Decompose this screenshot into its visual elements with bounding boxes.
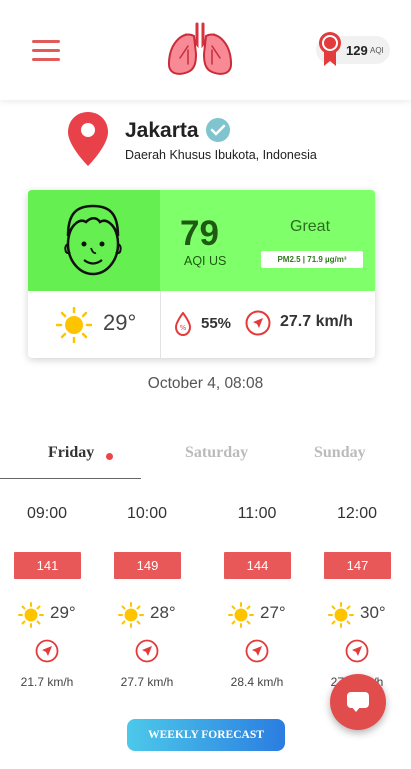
current-temperature: 29° bbox=[103, 310, 137, 335]
wind-direction-icon bbox=[245, 639, 269, 663]
aqi-status: Great bbox=[290, 218, 331, 235]
sun-icon bbox=[118, 602, 144, 628]
hour-wind-speed: 21.7 km/h bbox=[20, 675, 74, 689]
wind-direction-icon bbox=[135, 639, 159, 663]
hour-aqi-badge: 141 bbox=[14, 552, 81, 579]
hour-aqi-badge: 147 bbox=[324, 552, 391, 579]
sun-icon bbox=[328, 602, 354, 628]
location-pin-icon bbox=[68, 112, 108, 166]
svg-text:%: % bbox=[180, 324, 187, 332]
hour-time: 11:00 bbox=[237, 505, 277, 522]
wind-speed-value: 27.7 km/h bbox=[280, 313, 353, 330]
weekly-forecast-button[interactable]: WEEKLY FORECAST bbox=[127, 719, 285, 751]
award-badge-icon bbox=[319, 32, 341, 66]
top-bar: 129 AQI bbox=[0, 0, 411, 100]
chat-bubble-tail bbox=[351, 706, 361, 712]
hour-wind-speed: 27.7 km/h bbox=[120, 675, 174, 689]
hour-time: 12:00 bbox=[336, 505, 378, 522]
tab-saturday[interactable]: Saturday bbox=[185, 444, 248, 462]
hour-aqi-badge: 144 bbox=[224, 552, 291, 579]
header-aqi-value: 129 bbox=[346, 43, 368, 58]
hour-temperature: 28° bbox=[150, 603, 176, 622]
aqi-label: AQI US bbox=[184, 254, 227, 268]
card-divider bbox=[160, 291, 161, 358]
face-panel bbox=[28, 190, 160, 291]
hamburger-menu-icon[interactable] bbox=[32, 40, 60, 62]
hour-temperature: 29° bbox=[50, 603, 76, 622]
happy-face-icon bbox=[64, 204, 122, 276]
sun-icon bbox=[18, 602, 44, 628]
region-name: Daerah Khusus Ibukota, Indonesia bbox=[125, 148, 317, 162]
sun-icon bbox=[56, 307, 92, 343]
aqi-value: 79 bbox=[180, 214, 219, 253]
chat-fab-button[interactable] bbox=[330, 674, 386, 730]
pm25-tag: PM2.5 | 71.9 µg/m³ bbox=[261, 251, 363, 268]
aqi-summary: 79 AQI US Great PM2.5 | 71.9 µg/m³ bbox=[28, 190, 375, 291]
tab-underline bbox=[0, 478, 141, 479]
hour-temperature: 27° bbox=[260, 603, 286, 622]
lungs-logo-icon bbox=[167, 22, 233, 75]
current-datetime: October 4, 08:08 bbox=[147, 375, 264, 392]
current-aqi-card: 79 AQI US Great PM2.5 | 71.9 µg/m³ 29° %… bbox=[28, 190, 375, 358]
humidity-drop-icon: % bbox=[174, 312, 192, 336]
wind-direction-icon bbox=[345, 639, 369, 663]
hour-temperature: 30° bbox=[360, 603, 386, 622]
hour-time: 09:00 bbox=[26, 505, 68, 522]
sun-icon bbox=[228, 602, 254, 628]
header-aqi-unit: AQI bbox=[370, 46, 384, 55]
verified-check-icon bbox=[206, 118, 230, 142]
tab-friday[interactable]: Friday bbox=[48, 444, 94, 462]
hour-wind-speed: 28.4 km/h bbox=[230, 675, 284, 689]
wind-direction-icon bbox=[35, 639, 59, 663]
city-name: Jakarta bbox=[125, 119, 199, 142]
hour-aqi-badge: 149 bbox=[114, 552, 181, 579]
hour-time: 10:00 bbox=[126, 505, 168, 522]
wind-direction-icon bbox=[245, 310, 271, 336]
humidity-value: 55% bbox=[201, 315, 232, 332]
tab-sunday[interactable]: Sunday bbox=[314, 444, 366, 462]
tab-active-dot bbox=[106, 453, 113, 460]
